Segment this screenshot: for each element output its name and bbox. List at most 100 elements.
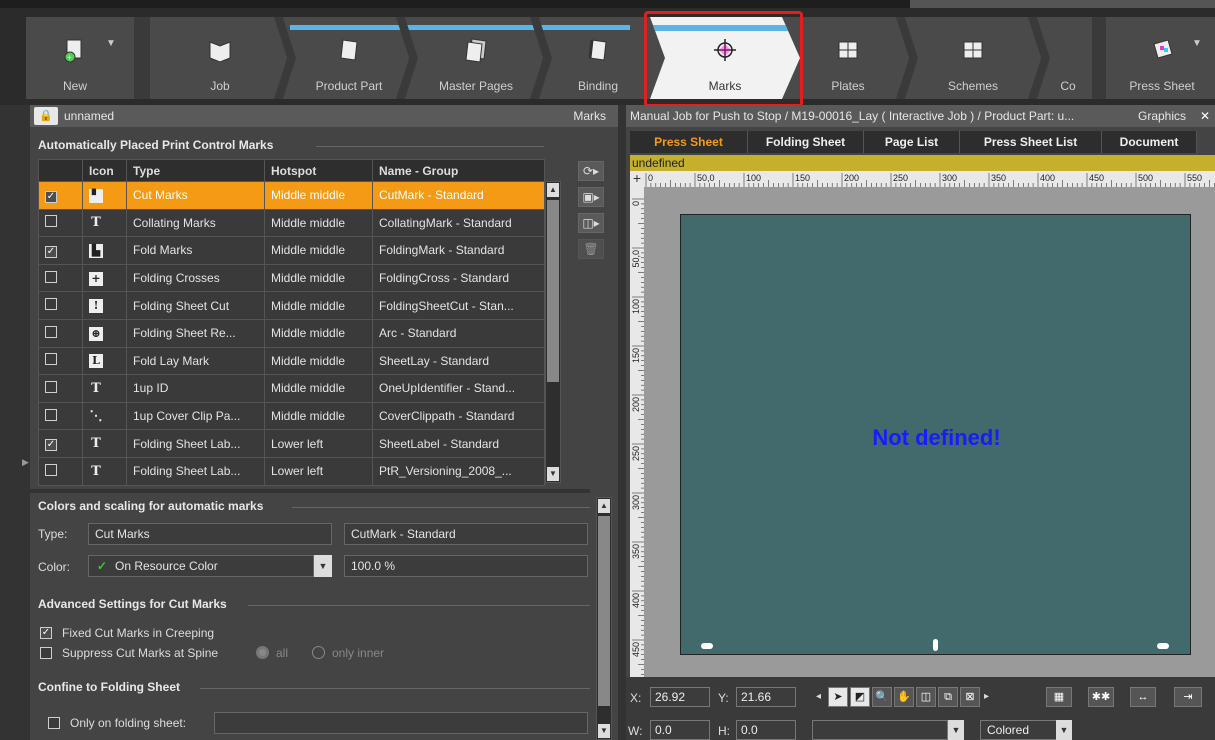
radio-only-inner[interactable] [312, 646, 325, 659]
settings-icon[interactable]: ✱✱ [1088, 687, 1114, 707]
row-checkbox[interactable] [45, 353, 57, 366]
fit-width-icon[interactable]: ↔ [1130, 687, 1156, 707]
tab-page-list[interactable]: Page List [864, 131, 960, 153]
add-mark-button[interactable]: ▣▸ [578, 187, 604, 207]
workflow-step-marks[interactable]: Marks [650, 17, 800, 99]
column-header[interactable]: Type [126, 159, 265, 182]
row-checkbox-cell[interactable] [38, 374, 83, 403]
table-row[interactable]: T Collating Marks Middle middle CollatingMa… [38, 208, 545, 238]
type-group-field[interactable]: CutMark - Standard [344, 523, 588, 545]
color-select[interactable]: ✓ On Resource Color [88, 555, 314, 577]
chevron-down-icon[interactable]: ▼ [314, 555, 332, 577]
chevron-down-icon[interactable]: ▼ [948, 720, 964, 740]
row-checkbox-cell[interactable] [38, 208, 83, 238]
row-checkbox-cell[interactable] [38, 456, 83, 486]
layout-icon[interactable]: ⧉ [938, 687, 958, 707]
row-checkbox-cell[interactable] [38, 401, 83, 431]
scale-field[interactable]: 100.0 % [344, 555, 588, 577]
row-checkbox-cell[interactable]: ✓ [38, 236, 83, 265]
row-checkbox-cell[interactable] [38, 346, 83, 376]
lock-icon[interactable]: 🔒 [34, 107, 58, 125]
panel-divider[interactable] [618, 105, 626, 740]
workflow-step-job[interactable]: Job [160, 17, 280, 99]
collapse-right-handle[interactable] [1092, 17, 1106, 99]
row-checkbox[interactable]: ✓ [45, 439, 57, 452]
workflow-step-plates[interactable]: Plates [800, 17, 896, 99]
row-checkbox-cell[interactable] [38, 318, 83, 348]
table-row[interactable]: ✓ T Folding Sheet Lab... Lower left SheetLab… [38, 429, 545, 458]
x-field[interactable]: 26.92 [650, 687, 710, 707]
table-row[interactable]: ✓ ▘ Cut Marks Middle middle CutMark - Standa… [38, 181, 545, 210]
row-checkbox[interactable] [45, 215, 57, 228]
select-box-icon[interactable]: ◩ [850, 687, 870, 707]
table-row[interactable]: L Fold Lay Mark Middle middle SheetLay - St… [38, 346, 545, 376]
workflow-step-press-sheet[interactable]: Press Sheet [1112, 17, 1212, 99]
only-on-field[interactable] [214, 712, 588, 734]
frame-icon[interactable]: ◫ [916, 687, 936, 707]
column-header[interactable]: Icon [82, 159, 127, 182]
layer-select[interactable] [812, 720, 948, 740]
table-row[interactable]: ⊕ Folding Sheet Re... Middle middle Arc - S… [38, 318, 545, 348]
table-row[interactable]: ⋱ 1up Cover Clip Pa... Middle middle CoverC… [38, 401, 545, 431]
row-checkbox[interactable] [45, 298, 57, 311]
row-checkbox[interactable]: ✓ [45, 245, 57, 258]
collapse-left-handle[interactable] [134, 17, 150, 99]
mark-options-button[interactable]: ◫▸ [578, 213, 604, 233]
table-row[interactable]: ✓ ▙ Fold Marks Middle middle FoldingMark - S… [38, 236, 545, 265]
grid-view-icon[interactable]: ▦ [1046, 687, 1072, 707]
tab-folding-sheet[interactable]: Folding Sheet [748, 131, 864, 153]
chevron-left-icon[interactable]: ◂ [816, 691, 821, 702]
cancel-box-icon[interactable]: ⊠ [960, 687, 980, 707]
table-row[interactable]: + Folding Crosses Middle middle FoldingCros… [38, 263, 545, 293]
column-header[interactable]: Name - Group [372, 159, 545, 182]
zoom-icon[interactable]: 🔍 [872, 687, 892, 707]
suppress-cut-checkbox[interactable] [40, 647, 52, 659]
row-checkbox[interactable] [45, 463, 57, 476]
column-header[interactable]: Hotspot [264, 159, 373, 182]
workflow-step-product-part[interactable]: Product Part [296, 17, 402, 99]
row-checkbox-cell[interactable] [38, 263, 83, 293]
chevron-down-icon[interactable]: ▼ [1056, 720, 1072, 740]
column-header[interactable] [38, 159, 83, 182]
workflow-step-schemes[interactable]: Schemes [918, 17, 1028, 99]
y-field[interactable]: 21.66 [736, 687, 796, 707]
ruler-origin-icon[interactable]: + [630, 171, 644, 187]
table-row[interactable]: ! Folding Sheet Cut Middle middle FoldingSh… [38, 291, 545, 320]
workflow-step-master-pages[interactable]: Master Pages [418, 17, 534, 99]
tab-press-sheet-list[interactable]: Press Sheet List [960, 131, 1102, 153]
h-field[interactable]: 0.0 [736, 720, 796, 740]
row-checkbox[interactable]: ✓ [45, 190, 57, 203]
table-scrollbar[interactable]: ▲ ▼ [545, 181, 561, 483]
fixed-cut-checkbox[interactable]: ✓ [40, 627, 52, 639]
workflow-step-co[interactable]: Co [1050, 17, 1086, 99]
row-checkbox-cell[interactable] [38, 291, 83, 320]
hand-icon[interactable]: ✋ [894, 687, 914, 707]
chevron-down-icon[interactable]: ▼ [106, 38, 116, 49]
row-checkbox[interactable] [45, 325, 57, 338]
export-icon[interactable]: ⇥ [1174, 687, 1202, 707]
type-field[interactable]: Cut Marks [88, 523, 332, 545]
view-mode-select[interactable]: Colored [980, 720, 1058, 740]
table-row[interactable]: T Folding Sheet Lab... Lower left PtR_Versi… [38, 456, 545, 486]
table-row[interactable]: T 1up ID Middle middle OneUpIdentifier - St… [38, 374, 545, 403]
tab-document[interactable]: Document [1102, 131, 1197, 153]
close-icon[interactable]: ✕ [1200, 105, 1210, 127]
row-checkbox-cell[interactable]: ✓ [38, 181, 83, 210]
chevron-down-icon[interactable]: ▼ [1192, 38, 1202, 49]
press-sheet-canvas[interactable]: Not defined! [680, 214, 1191, 655]
radio-all[interactable] [256, 646, 269, 659]
row-checkbox[interactable] [45, 408, 57, 421]
row-checkbox[interactable] [45, 270, 57, 283]
splitter[interactable] [30, 489, 590, 493]
only-on-checkbox[interactable] [48, 717, 60, 729]
workflow-step-binding[interactable]: Binding [552, 17, 644, 99]
select-arrow-icon[interactable]: ➤ [828, 687, 848, 707]
workflow-step-new[interactable]: + New [44, 17, 106, 99]
row-checkbox[interactable] [45, 380, 57, 393]
chevron-right-icon[interactable]: ▸ [984, 691, 989, 702]
w-field[interactable]: 0.0 [650, 720, 710, 740]
settings-scrollbar[interactable]: ▲ ▼ [596, 497, 612, 740]
delete-icon[interactable]: 🗑 [578, 239, 604, 259]
tab-press-sheet[interactable]: Press Sheet [630, 131, 748, 153]
refresh-marks-button[interactable]: ⟳▸ [578, 161, 604, 181]
